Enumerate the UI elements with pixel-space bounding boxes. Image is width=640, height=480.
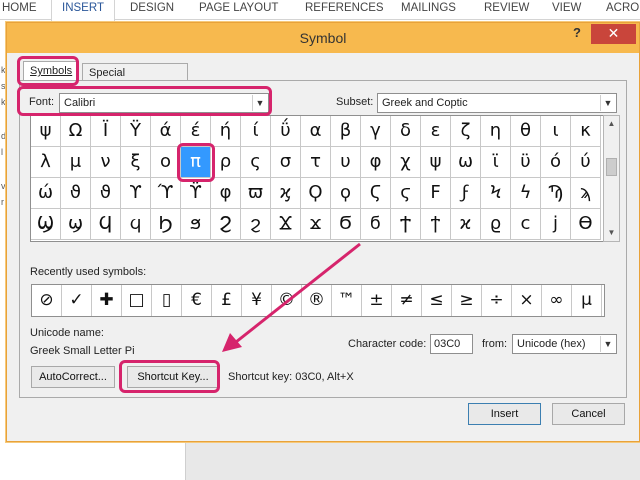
screen: HOME INSERT DESIGN PAGE LAYOUT REFERENCE… [0,0,640,480]
annotation-arrow [222,242,361,352]
